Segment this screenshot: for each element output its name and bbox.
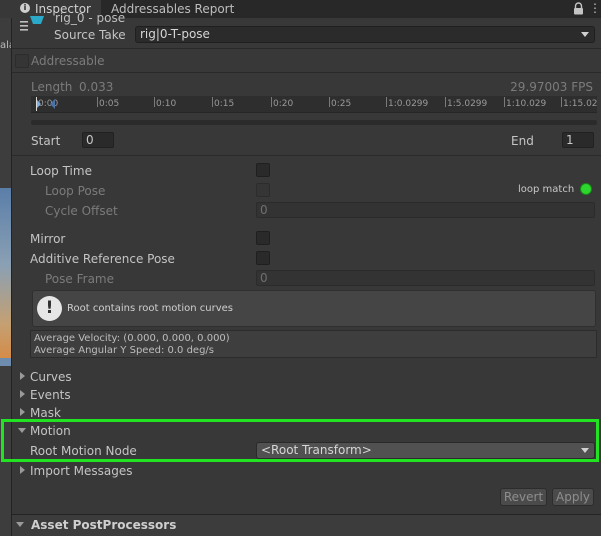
loop-time-label: Loop Time [30, 164, 92, 178]
start-label: Start [31, 134, 61, 148]
info-icon: ! [37, 296, 62, 321]
average-angular-speed-text: Average Angular Y Speed: 0.0 deg/s [34, 345, 214, 356]
loop-pose-checkbox[interactable] [256, 183, 270, 197]
import-messages-foldout[interactable]: Import Messages [30, 464, 133, 478]
source-take-value: rig|0-T-pose [140, 27, 210, 41]
timeline-tick: 1:15.029 [561, 97, 597, 109]
mirror-checkbox[interactable] [256, 231, 270, 245]
inspector-window: i Inspector Addressables Report ⋮ ala ri… [0, 0, 601, 536]
end-field[interactable]: 1 [562, 132, 594, 148]
pose-frame-field[interactable]: 0 [256, 270, 595, 286]
take-name-partial: rig_0 - pose [55, 11, 126, 25]
chevron-right-icon[interactable] [20, 466, 25, 474]
tab-addressables-report[interactable]: Addressables Report [111, 0, 234, 18]
asset-postprocessors-label: Asset PostProcessors [31, 518, 177, 532]
lock-icon[interactable] [573, 2, 584, 15]
timeline-tick: 1:10.029 [504, 97, 547, 109]
divider [12, 48, 601, 49]
source-take-dropdown[interactable]: rig|0-T-pose [135, 26, 595, 43]
scene-ground [0, 358, 11, 366]
timeline-tick: 0:10 [154, 97, 177, 109]
additive-reference-pose-checkbox[interactable] [256, 251, 270, 265]
mask-foldout[interactable]: Mask [30, 406, 61, 420]
motion-section-highlight [1, 419, 599, 462]
loop-match-indicator-icon [580, 183, 592, 195]
pose-frame-label: Pose Frame [45, 272, 114, 286]
root-motion-help-text: Root contains root motion curves [67, 303, 233, 314]
more-menu-icon[interactable]: ⋮ [589, 2, 601, 16]
timeline-tick: 1:5.0299 [445, 97, 488, 109]
average-velocity-text: Average Velocity: (0.000, 0.000, 0.000) [34, 333, 230, 344]
timeline-tick: 0:25 [329, 97, 352, 109]
length-value: 0.033 [79, 80, 114, 94]
chevron-down-icon [16, 522, 24, 527]
events-foldout[interactable]: Events [30, 388, 71, 402]
velocity-info-box: Average Velocity: (0.000, 0.000, 0.000) … [30, 330, 597, 358]
asset-postprocessors-header[interactable]: Asset PostProcessors [12, 514, 601, 536]
root-motion-help-box: ! Root contains root motion curves [32, 290, 596, 327]
addressable-checkbox[interactable] [15, 54, 29, 68]
chevron-right-icon[interactable] [20, 390, 25, 398]
mirror-label: Mirror [30, 232, 66, 246]
fps-value: 29.97003 FPS [510, 80, 593, 94]
cycle-offset-label: Cycle Offset [45, 204, 118, 218]
chevron-down-icon [581, 32, 589, 37]
timeline-scrollbar[interactable] [31, 120, 597, 125]
revert-button[interactable]: Revert [500, 488, 547, 506]
additive-reference-pose-label: Additive Reference Pose [30, 252, 175, 266]
cycle-offset-field[interactable]: 0 [256, 202, 595, 218]
start-field[interactable]: 0 [82, 132, 114, 148]
divider [12, 72, 601, 73]
animation-clip-icon [20, 16, 44, 31]
timeline-ruler[interactable]: 0:00 0:05 0:10 0:15 0:20 0:25 1:0.0299 1… [31, 96, 597, 113]
timeline-tick: 1:0.0299 [386, 97, 429, 109]
source-take-label: Source Take [54, 28, 126, 42]
chevron-right-icon[interactable] [20, 372, 25, 380]
addressable-label: Addressable [31, 54, 105, 68]
scene-cut-text: ala [0, 40, 11, 51]
length-label: Length [31, 80, 73, 94]
timeline-tick: 0:20 [271, 97, 294, 109]
timeline-tick: 0:05 [97, 97, 120, 109]
playhead[interactable] [36, 97, 37, 111]
apply-button[interactable]: Apply [552, 488, 594, 506]
curves-foldout[interactable]: Curves [30, 370, 72, 384]
timeline-tick: 0:15 [212, 97, 235, 109]
end-label: End [511, 134, 534, 148]
loop-pose-label: Loop Pose [45, 184, 106, 198]
loop-match-label: loop match [518, 184, 575, 195]
loop-time-checkbox[interactable] [256, 163, 270, 177]
scene-sky [0, 188, 11, 358]
chevron-right-icon[interactable] [20, 408, 25, 416]
divider [12, 155, 601, 156]
